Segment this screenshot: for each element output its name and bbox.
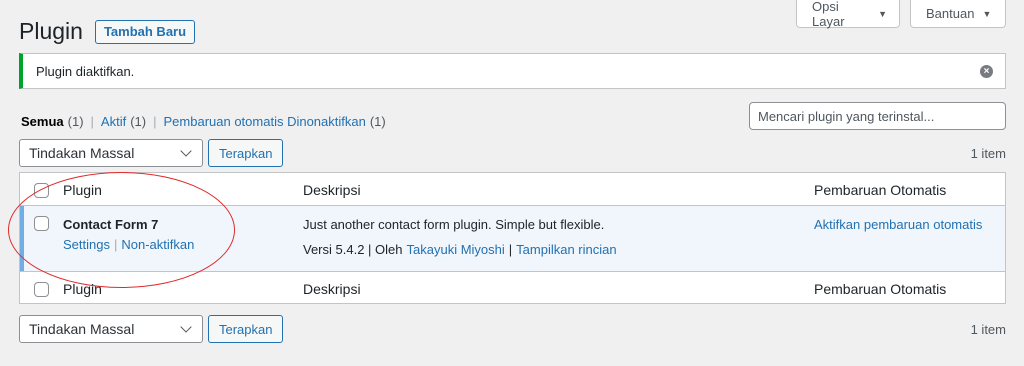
item-count: 1 item <box>970 145 1006 161</box>
notice-message: Plugin diaktifkan. <box>36 63 135 79</box>
filter-auto-updates-count: (1) <box>369 114 386 129</box>
help-label: Bantuan <box>926 6 975 21</box>
tablenav-bottom: Tindakan Massal Terapkan 1 item <box>19 314 1006 344</box>
column-footer-description: Deskripsi <box>303 281 361 297</box>
plugin-details-link[interactable]: Tampilkan rincian <box>516 242 616 257</box>
screen-meta-links: Opsi Layar ▼ Bantuan ▼ <box>796 0 1006 29</box>
plugin-version-text: Versi 5.4.2 | Oleh <box>303 242 403 257</box>
filter-auto-updates-disabled[interactable]: Pembaruan otomatis Dinonaktifkan <box>164 114 366 129</box>
column-header-auto-updates: Pembaruan Otomatis <box>814 182 947 198</box>
tablenav-top: Tindakan Massal Terapkan 1 item <box>19 138 1006 168</box>
plugin-author-link[interactable]: Takayuki Miyoshi <box>407 242 505 257</box>
plugin-name: Contact Form 7 <box>63 217 159 232</box>
apply-button[interactable]: Terapkan <box>208 139 284 167</box>
add-new-button[interactable]: Tambah Baru <box>94 19 196 44</box>
table-row: Contact Form 7 Settings | Non-aktifkan J… <box>20 206 1005 271</box>
bulk-action-label: Tindakan Massal <box>29 145 135 161</box>
meta-separator: | <box>508 242 513 257</box>
filter-active-count: (1) <box>130 114 147 129</box>
page-header: Plugin Tambah Baru <box>19 18 196 45</box>
filter-active[interactable]: Aktif <box>101 114 126 129</box>
filter-separator: | <box>90 114 94 129</box>
plugin-meta: Versi 5.4.2 | Oleh Takayuki Miyoshi | Ta… <box>303 242 617 257</box>
success-notice: Plugin diaktifkan. × <box>19 53 1006 89</box>
screen-options-button[interactable]: Opsi Layar ▼ <box>796 0 900 29</box>
plugin-description: Just another contact form plugin. Simple… <box>303 217 605 232</box>
screen-options-label: Opsi Layar <box>812 0 845 29</box>
bulk-action-select[interactable]: Tindakan Massal <box>19 139 203 167</box>
table-footer-row: Plugin Deskripsi Pembaruan Otomatis <box>20 271 1005 304</box>
plugin-search-input[interactable] <box>749 102 1006 130</box>
column-footer-auto-updates: Pembaruan Otomatis <box>814 281 947 297</box>
page-title: Plugin <box>19 18 83 44</box>
plugin-row-actions: Settings | Non-aktifkan <box>63 237 194 252</box>
status-filters: Semua (1) | Aktif (1) | Pembaruan otomat… <box>21 114 386 129</box>
caret-down-icon: ▼ <box>982 8 992 19</box>
select-all-checkbox[interactable] <box>34 183 49 198</box>
filter-separator: | <box>153 114 157 129</box>
column-header-description: Deskripsi <box>303 182 361 198</box>
enable-auto-update-link[interactable]: Aktifkan pembaruan otomatis <box>814 217 982 232</box>
table-header-row: Plugin Deskripsi Pembaruan Otomatis <box>20 173 1005 206</box>
apply-button-bottom[interactable]: Terapkan <box>208 315 284 343</box>
chevron-down-icon <box>180 321 192 333</box>
bulk-action-label: Tindakan Massal <box>29 321 135 337</box>
action-separator: | <box>113 237 118 252</box>
item-count-bottom: 1 item <box>970 321 1006 337</box>
help-button[interactable]: Bantuan ▼ <box>910 0 1006 28</box>
dismiss-icon[interactable]: × <box>980 65 993 78</box>
plugin-deactivate-link[interactable]: Non-aktifkan <box>121 237 194 252</box>
chevron-down-icon <box>180 145 192 157</box>
column-header-plugin[interactable]: Plugin <box>63 182 102 198</box>
plugin-checkbox[interactable] <box>34 216 49 231</box>
caret-down-icon: ▼ <box>878 8 887 19</box>
column-footer-plugin[interactable]: Plugin <box>63 281 102 297</box>
select-all-checkbox-footer[interactable] <box>34 282 49 297</box>
bulk-action-select-bottom[interactable]: Tindakan Massal <box>19 315 203 343</box>
filter-all[interactable]: Semua <box>21 114 64 129</box>
filter-all-count: (1) <box>67 114 84 129</box>
plugins-table: Plugin Deskripsi Pembaruan Otomatis Cont… <box>19 172 1006 304</box>
plugin-settings-link[interactable]: Settings <box>63 237 110 252</box>
